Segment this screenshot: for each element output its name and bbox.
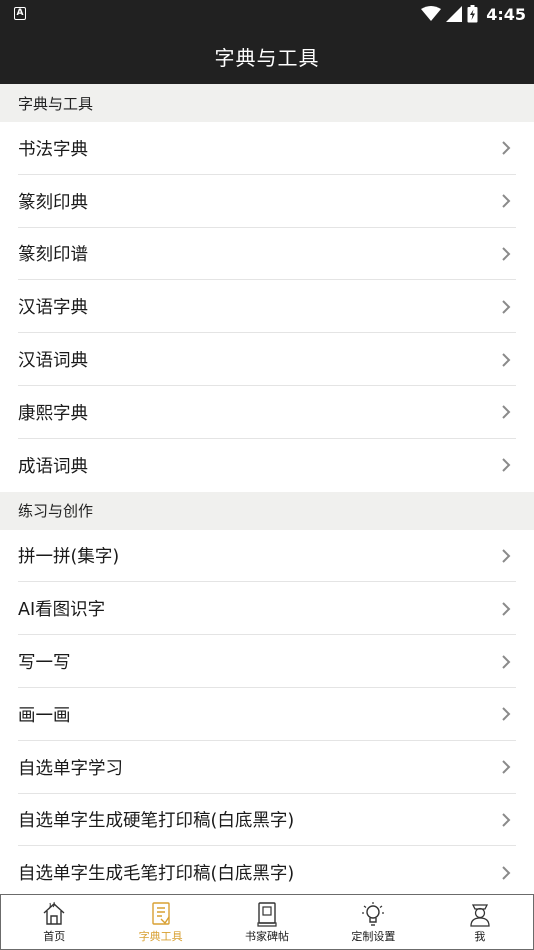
nav-me[interactable]: 我 [427,895,533,949]
chevron-right-icon [502,141,511,156]
nav-custom-settings[interactable]: 定制设置 [320,895,426,949]
list-item-label: 书法字典 [18,139,88,160]
nav-me-label: 我 [474,930,486,943]
chevron-right-icon [502,352,511,367]
nav-dictionary-tools[interactable]: 字典工具 [107,895,213,949]
chevron-right-icon [502,813,511,827]
book-icon [257,902,277,927]
list-item-label: 自选单字生成硬笔打印稿(白底黑字) [18,811,295,832]
list-item-label: AI看图识字 [18,600,106,621]
status-bar: A 4:45 [0,0,534,28]
list-item-brush-print-sheet[interactable]: 自选单字生成毛笔打印稿(白底黑字) [0,846,534,894]
list-item-write[interactable]: 写一写 [0,635,534,688]
list-item-calligraphy-dictionary[interactable]: 书法字典 [0,122,534,175]
nav-custom-settings-label: 定制设置 [351,930,396,943]
section-header-practice: 练习与创作 [0,491,534,530]
chevron-right-icon [502,194,511,208]
chevron-right-icon [502,458,511,472]
list-item-idiom-dictionary[interactable]: 成语词典 [0,439,534,492]
list-item-label: 康熙字典 [18,403,88,424]
list-item-seal-catalog[interactable]: 篆刻印谱 [0,228,534,281]
page-title: 字典与工具 [214,45,320,70]
nav-calligraphy-copybooks[interactable]: 书家碑帖 [214,895,320,949]
list-item-chinese-character-dictionary[interactable]: 汉语字典 [0,280,534,333]
clock: 4:45 [486,4,526,24]
chevron-right-icon [502,300,511,314]
chevron-right-icon [502,549,511,563]
home-icon [43,901,65,925]
list-item-chinese-word-dictionary[interactable]: 汉语词典 [0,333,534,386]
app-bar: 字典与工具 [0,28,534,84]
list-item-compose-characters[interactable]: 拼一拼(集字) [0,530,534,583]
list-item-label: 自选单字生成毛笔打印稿(白底黑字) [18,864,295,885]
list-item-single-character-study[interactable]: 自选单字学习 [0,741,534,794]
nav-home[interactable]: 首页 [1,895,107,949]
chevron-right-icon [502,866,511,880]
wifi-icon [421,6,442,21]
list-item-label: 写一写 [18,653,71,674]
chevron-right-icon [502,405,511,420]
list-item-label: 拼一拼(集字) [18,547,120,568]
notification-icon: A [14,7,26,20]
status-icons: 4:45 [421,4,526,24]
list-item-label: 画一画 [18,705,71,726]
list-item-seal-dictionary[interactable]: 篆刻印典 [0,175,534,228]
settings-bulb-icon [362,902,385,926]
nav-dictionary-tools-label: 字典工具 [138,930,183,943]
list-item-label: 自选单字学习 [18,758,123,779]
nav-home-label: 首页 [43,930,66,943]
list-item-label: 篆刻印谱 [18,245,88,266]
list-item-label: 汉语词典 [18,351,88,372]
section-header-dictionary: 字典与工具 [0,84,534,122]
list-item-draw[interactable]: 画一画 [0,688,534,741]
list-item-label: 汉语字典 [18,298,88,319]
dictionary-icon [151,902,170,925]
list-item-label: 成语词典 [18,456,88,477]
chevron-right-icon [502,654,511,669]
list-item-label: 篆刻印典 [18,192,88,213]
nav-calligraphy-copybooks-label: 书家碑帖 [245,930,290,943]
chevron-right-icon [502,707,511,722]
signal-icon [446,6,463,22]
battery-icon [467,5,478,23]
chevron-right-icon [502,760,511,774]
chevron-right-icon [502,247,511,261]
profile-icon [470,904,490,927]
chevron-right-icon [502,602,511,616]
list-item-hardpen-print-sheet[interactable]: 自选单字生成硬笔打印稿(白底黑字) [0,794,534,847]
list-item-kangxi-dictionary[interactable]: 康熙字典 [0,386,534,439]
list-item-ai-image-recognition[interactable]: AI看图识字 [0,582,534,635]
settings-list[interactable]: 字典与工具 书法字典 篆刻印典 篆刻印谱 汉语字典 汉语词典 康熙字典 成语词典… [0,84,534,894]
bottom-nav: 首页 字典工具 书家碑帖 定制设置 我 [0,894,534,950]
